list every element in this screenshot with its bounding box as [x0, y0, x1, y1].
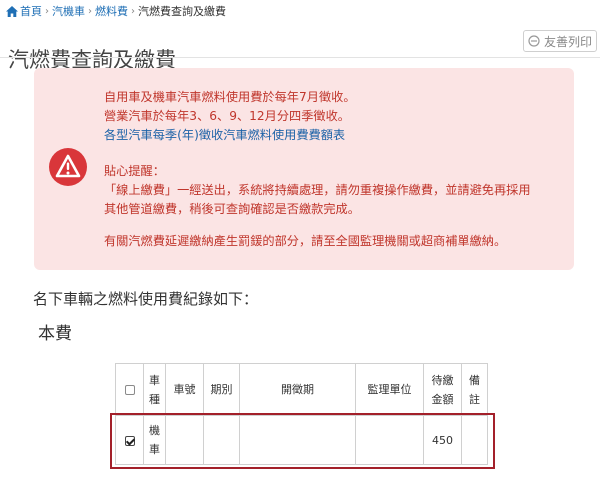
minus-circle-icon [528, 35, 540, 47]
column-header-type: 車種 [143, 363, 166, 416]
column-header-plate: 車號 [165, 363, 204, 416]
section-title: 本費 [38, 324, 72, 344]
notice-line: 營業汽車於每年3、6、9、12月分四季徵收。 [104, 109, 350, 123]
penalty-line: 有關汽燃費延遲繳納產生罰鍰的部分，請至全國監理機關或超商補單繳納。 [104, 234, 507, 248]
reminder-title: 貼心提醒： [104, 164, 165, 178]
select-all-checkbox[interactable] [124, 385, 135, 395]
cell-type: 機車 [143, 415, 166, 465]
breadcrumb-current: 汽燃費查詢及繳費 [138, 5, 226, 18]
notice-alert: 自用車及機車汽車燃料使用費於每年7月徵收。 營業汽車於每年3、6、9、12月分四… [34, 68, 574, 270]
breadcrumb-vehicles[interactable]: 汽機車 [52, 3, 85, 19]
breadcrumb-fuel-fee[interactable]: 燃料費 [95, 3, 128, 19]
column-header-levy-period: 開徵期 [239, 363, 356, 416]
title-divider [0, 57, 600, 58]
row-select-cell [115, 415, 144, 465]
home-icon [6, 5, 18, 17]
select-all-cell [115, 363, 144, 416]
cell-note [461, 415, 488, 465]
breadcrumb-separator-icon: › [131, 5, 135, 17]
cell-period [203, 415, 240, 465]
row-checkbox[interactable] [124, 435, 135, 446]
cell-levy-period [239, 415, 356, 465]
table-header-row: 車種 車號 期別 開徵期 監理單位 待繳金額 備註 [115, 363, 488, 416]
column-header-note: 備註 [461, 363, 488, 416]
breadcrumb-home[interactable]: 首頁 [20, 3, 42, 19]
cell-amount: 450 [423, 415, 462, 465]
warning-icon [49, 148, 87, 186]
cell-office [355, 415, 424, 465]
fee-records-table: 車種 車號 期別 開徵期 監理單位 待繳金額 備註 機車 450 [115, 363, 488, 465]
column-header-period: 期別 [203, 363, 240, 416]
print-button[interactable]: 友善列印 [523, 30, 597, 52]
breadcrumb: 首頁 › 汽機車 › 燃料費 › 汽燃費查詢及繳費 [6, 3, 226, 19]
reminder-line: 其他管道繳費，稍後可查詢確認是否繳款完成。 [104, 202, 360, 216]
cell-plate [165, 415, 204, 465]
breadcrumb-separator-icon: › [45, 5, 49, 17]
records-intro: 名下車輛之燃料使用費紀錄如下： [33, 290, 259, 308]
fee-table-link[interactable]: 各型汽車每季(年)徵收汽車燃料使用費費額表 [104, 126, 531, 145]
table-row[interactable]: 機車 450 [115, 415, 488, 465]
column-header-amount: 待繳金額 [423, 363, 462, 416]
reminder-line: 「線上繳費」一經送出，系統將持續處理，請勿重複操作繳費，並請避免再採用 [104, 183, 531, 197]
notice-line: 自用車及機車汽車燃料使用費於每年7月徵收。 [104, 90, 356, 104]
column-header-office: 監理單位 [355, 363, 424, 416]
print-button-label: 友善列印 [543, 34, 592, 49]
breadcrumb-separator-icon: › [88, 5, 92, 17]
